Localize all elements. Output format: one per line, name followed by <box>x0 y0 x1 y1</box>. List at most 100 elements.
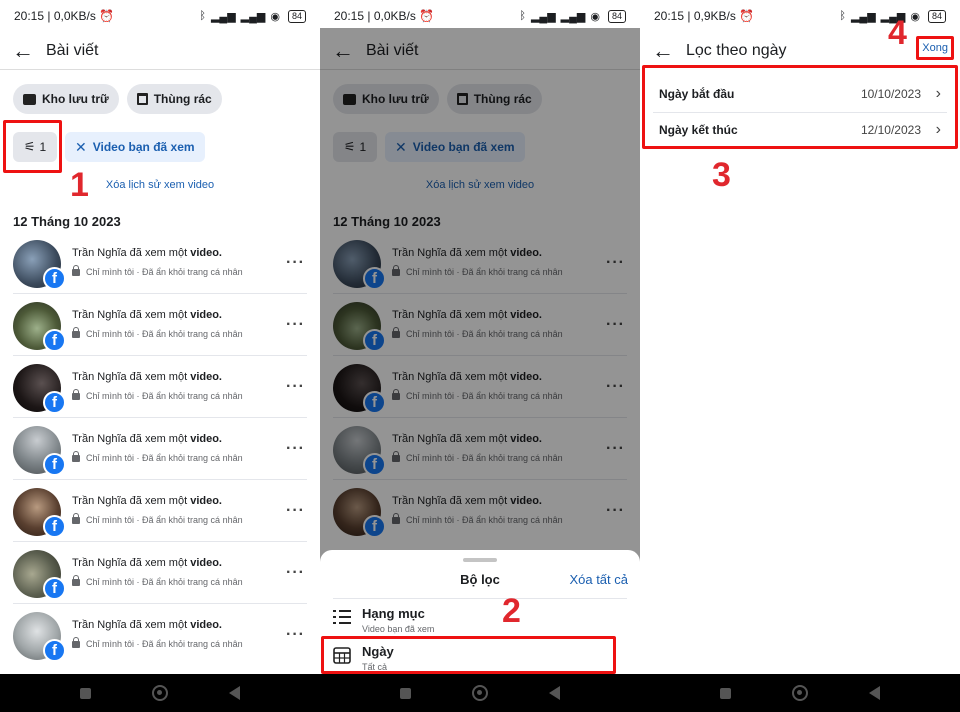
battery-icon: 84 <box>927 9 946 23</box>
more-options-icon[interactable]: ··· <box>286 440 305 458</box>
back-icon[interactable] <box>228 686 240 700</box>
status-icons: ᛒ ▂▄▆ ▂▄▆ ◉ 84 <box>199 9 306 23</box>
facebook-icon: f <box>43 391 66 414</box>
status-time: 20:15 | 0,9KB/s ⏰ <box>654 9 755 23</box>
screen-activity-log: 20:15 | 0,0KB/s ⏰ ᛒ ▂▄▆ ▂▄▆ ◉ 84 ← Bài v… <box>0 0 320 712</box>
facebook-icon: f <box>43 577 66 600</box>
item-subtitle: Chỉ mình tôi · Đã ẩn khỏi trang cá nhân <box>72 388 243 401</box>
item-title: Trần Nghĩa đã xem một video. <box>72 371 222 383</box>
more-options-icon[interactable]: ··· <box>286 378 305 396</box>
lock-icon <box>72 574 80 586</box>
highlight-box-date <box>321 636 616 674</box>
item-title: Trần Nghĩa đã xem một video. <box>72 557 222 569</box>
android-nav-bar <box>0 674 320 712</box>
status-bar: 20:15 | 0,0KB/s ⏰ ᛒ ▂▄▆ ▂▄▆ ◉ 84 <box>0 0 320 32</box>
status-time: 20:15 | 0,0KB/s ⏰ <box>14 9 115 23</box>
bluetooth-icon: ᛒ <box>199 10 206 22</box>
recents-icon[interactable] <box>400 687 412 699</box>
lock-icon <box>72 326 80 338</box>
facebook-icon: f <box>43 329 66 352</box>
step-number-1: 1 <box>70 166 89 204</box>
trash-icon <box>136 93 148 105</box>
signal-icon: ▂▄▆ <box>530 10 556 23</box>
step-number-3: 3 <box>712 156 731 194</box>
signal-icon: ▂▄▆ <box>850 10 876 23</box>
step-number-4: 4 <box>888 14 907 52</box>
lock-icon <box>72 450 80 462</box>
trash-button[interactable]: Thùng rác <box>126 84 222 114</box>
more-options-icon[interactable]: ··· <box>286 316 305 334</box>
signal-icon: ▂▄▆ <box>210 10 236 23</box>
filter-chip-label: Video bạn đã xem <box>92 140 195 154</box>
app-header: ← Bài viết <box>0 32 320 70</box>
page-title: Lọc theo ngày <box>686 42 787 59</box>
list-item[interactable]: f Trần Nghĩa đã xem một video. Chỉ mình … <box>13 356 307 418</box>
close-icon[interactable]: ✕ <box>75 139 87 156</box>
more-options-icon[interactable]: ··· <box>286 564 305 582</box>
trash-label: Thùng rác <box>153 92 212 106</box>
item-title: Trần Nghĩa đã xem một video. <box>72 433 222 445</box>
more-options-icon[interactable]: ··· <box>286 254 305 272</box>
option-label: Hạng mục <box>362 606 425 621</box>
wifi-icon: ◉ <box>590 10 600 23</box>
lock-icon <box>72 264 80 276</box>
highlight-box-done <box>916 36 954 60</box>
more-options-icon[interactable]: ··· <box>286 626 305 644</box>
screen-date-filter: 20:15 | 0,9KB/s ⏰ ᛒ ▂▄▆ ▂▄▆ ◉ 84 ← Lọc t… <box>640 0 960 712</box>
android-nav-bar <box>640 674 960 712</box>
home-icon[interactable] <box>791 685 808 701</box>
option-value: Video bạn đã xem <box>362 624 435 634</box>
list-item[interactable]: f Trần Nghĩa đã xem một video. Chỉ mình … <box>13 418 307 480</box>
highlight-box-filter <box>3 120 62 173</box>
status-time: 20:15 | 0,0KB/s ⏰ <box>334 9 435 23</box>
page-title: Bài viết <box>46 41 99 59</box>
lock-icon <box>72 388 80 400</box>
facebook-icon: f <box>43 267 66 290</box>
signal-icon: ▂▄▆ <box>560 10 586 23</box>
android-nav-bar <box>320 674 640 712</box>
home-icon[interactable] <box>151 685 168 701</box>
filter-option-category[interactable]: Hạng mục Video bạn đã xem <box>333 604 627 640</box>
item-title: Trần Nghĩa đã xem một video. <box>72 619 222 631</box>
facebook-icon: f <box>43 515 66 538</box>
status-icons: ᛒ ▂▄▆ ▂▄▆ ◉ 84 <box>519 9 626 23</box>
more-options-icon[interactable]: ··· <box>286 502 305 520</box>
item-subtitle: Chỉ mình tôi · Đã ẩn khỏi trang cá nhân <box>72 512 243 525</box>
tutorial-collage: 20:15 | 0,0KB/s ⏰ ᛒ ▂▄▆ ▂▄▆ ◉ 84 ← Bài v… <box>0 0 960 712</box>
recents-icon[interactable] <box>720 687 732 699</box>
item-subtitle: Chỉ mình tôi · Đã ẩn khỏi trang cá nhân <box>72 326 243 339</box>
archive-icon <box>23 93 36 105</box>
item-subtitle: Chỉ mình tôi · Đã ẩn khỏi trang cá nhân <box>72 450 243 463</box>
clear-history-link[interactable]: Xóa lịch sử xem video <box>0 179 320 191</box>
list-item[interactable]: f Trần Nghĩa đã xem một video. Chỉ mình … <box>13 294 307 356</box>
list-item[interactable]: f Trần Nghĩa đã xem một video. Chỉ mình … <box>13 480 307 542</box>
item-subtitle: Chỉ mình tôi · Đã ẩn khỏi trang cá nhân <box>72 636 243 649</box>
chip-row: Kho lưu trữ Thùng rác <box>13 84 222 114</box>
back-arrow-icon[interactable]: ← <box>12 39 34 62</box>
recents-icon[interactable] <box>80 687 92 699</box>
highlight-box-dates <box>642 65 958 149</box>
list-item[interactable]: f Trần Nghĩa đã xem một video. Chỉ mình … <box>13 542 307 604</box>
archive-button[interactable]: Kho lưu trữ <box>13 84 119 114</box>
list-item[interactable]: f Trần Nghĩa đã xem một video. Chỉ mình … <box>13 232 307 294</box>
status-bar: 20:15 | 0,9KB/s ⏰ ᛒ ▂▄▆ ▂▄▆ ◉ 84 <box>640 0 960 32</box>
back-icon[interactable] <box>548 686 560 700</box>
back-icon[interactable] <box>868 686 880 700</box>
wifi-icon: ◉ <box>270 10 280 23</box>
home-icon[interactable] <box>471 685 488 701</box>
clear-all-button[interactable]: Xóa tất cả <box>569 572 628 587</box>
sheet-handle[interactable] <box>463 558 497 562</box>
activity-list: f Trần Nghĩa đã xem một video. Chỉ mình … <box>13 232 307 666</box>
active-filter-chip[interactable]: ✕ Video bạn đã xem <box>65 132 205 162</box>
list-item[interactable]: f Trần Nghĩa đã xem một video. Chỉ mình … <box>13 604 307 666</box>
screen-filter-sheet: 20:15 | 0,0KB/s ⏰ ᛒ ▂▄▆ ▂▄▆ ◉ 84 ← Bài v… <box>320 0 640 712</box>
item-subtitle: Chỉ mình tôi · Đã ẩn khỏi trang cá nhân <box>72 264 243 277</box>
battery-icon: 84 <box>607 9 626 23</box>
item-title: Trần Nghĩa đã xem một video. <box>72 247 222 259</box>
back-arrow-icon[interactable]: ← <box>652 40 674 62</box>
archive-label: Kho lưu trữ <box>42 92 109 106</box>
date-heading: 12 Tháng 10 2023 <box>13 214 121 229</box>
step-number-2: 2 <box>502 592 521 630</box>
list-icon <box>333 610 351 624</box>
wifi-icon: ◉ <box>910 10 920 23</box>
